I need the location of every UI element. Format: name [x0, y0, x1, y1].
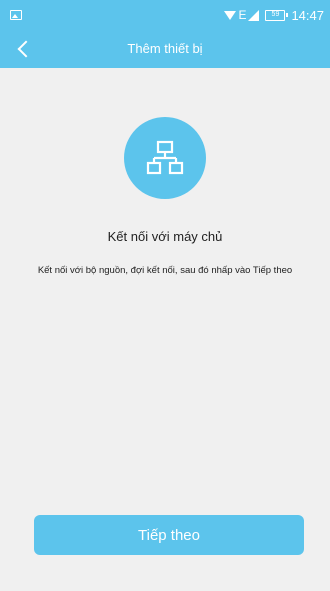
signal-icon: [248, 9, 260, 21]
battery-icon: 59: [265, 9, 289, 21]
next-button[interactable]: Tiếp theo: [34, 515, 304, 555]
network-type-label: E: [238, 8, 247, 22]
main-content: Kết nối với máy chủ Kết nối với bộ nguồn…: [0, 68, 330, 591]
status-indicators: E 59 14:47: [224, 6, 324, 24]
connect-instructions: Kết nối với bộ nguồn, đợi kết nối, sau đ…: [37, 265, 293, 276]
network-topology-icon: [146, 140, 184, 175]
app-bar: Thêm thiết bị: [0, 30, 330, 68]
connect-heading: Kết nối với máy chủ: [107, 229, 223, 244]
image-icon: [10, 10, 22, 20]
status-time: 14:47: [291, 7, 324, 23]
status-bar: E 59 14:47: [0, 0, 330, 30]
wifi-icon: [224, 10, 237, 20]
server-badge: [124, 117, 206, 199]
page-title: Thêm thiết bị: [127, 41, 203, 56]
